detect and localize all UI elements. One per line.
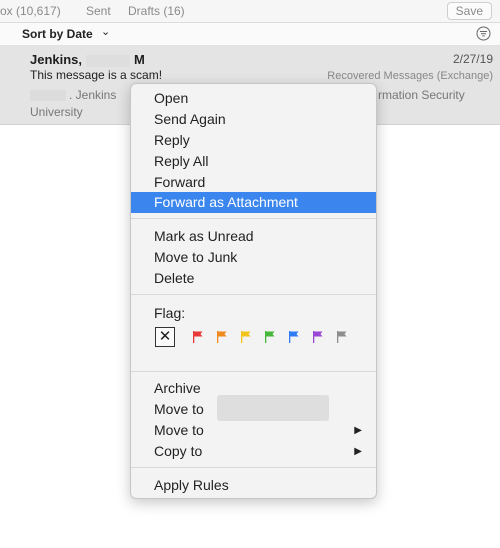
redacted-folder-name	[217, 395, 329, 421]
menu-item-label: Copy to	[154, 443, 203, 459]
context-menu: Open Send Again Reply Reply All Forward …	[130, 83, 377, 499]
menu-item-delete[interactable]: Delete	[131, 268, 376, 289]
flag-purple-icon[interactable]	[312, 331, 323, 343]
sort-bar: Sort by Date ⌄	[0, 23, 500, 46]
menu-item-mark-as-unread[interactable]: Mark as Unread	[131, 226, 376, 247]
clear-flag-button[interactable]: ✕	[155, 327, 175, 347]
message-preview-line2: University	[30, 105, 83, 119]
flag-gray-icon[interactable]	[336, 331, 347, 343]
flag-label: Flag:	[154, 305, 186, 321]
sender-name: Jenkins,	[30, 52, 83, 67]
menu-item-move-to-junk[interactable]: Move to Junk	[131, 247, 376, 268]
flag-yellow-icon[interactable]	[240, 331, 251, 343]
filter-icon[interactable]	[476, 26, 491, 41]
preview-text: . Jenkins	[69, 88, 117, 102]
menu-separator	[131, 294, 376, 295]
menu-item-label: Move to	[154, 422, 204, 438]
menu-item-move-to[interactable]: Move to ▶	[131, 420, 376, 441]
mailbox-tab-drafts[interactable]: Drafts (16)	[128, 4, 185, 18]
flag-orange-icon[interactable]	[216, 331, 227, 343]
flag-red-icon[interactable]	[192, 331, 203, 343]
flag-blue-icon[interactable]	[288, 331, 299, 343]
message-sender: Jenkins, M	[30, 52, 145, 67]
redacted-block	[30, 90, 66, 102]
flag-green-icon[interactable]	[264, 331, 275, 343]
sort-by-date-button[interactable]: Sort by Date	[22, 27, 93, 41]
submenu-arrow-icon: ▶	[354, 425, 362, 436]
message-preview-continued: rmation Security	[378, 88, 465, 102]
mailbox-tab-sent[interactable]: Sent	[86, 4, 111, 18]
menu-item-forward[interactable]: Forward	[131, 172, 376, 193]
message-folder: Recovered Messages (Exchange)	[327, 70, 493, 82]
menu-separator	[131, 371, 376, 372]
menu-item-open[interactable]: Open	[131, 88, 376, 109]
save-button[interactable]: Save	[446, 2, 492, 20]
menu-item-reply-all[interactable]: Reply All	[131, 151, 376, 172]
message-preview: . Jenkins	[30, 88, 116, 102]
menu-separator	[131, 467, 376, 468]
mailbox-tab-inbox[interactable]: ox (10,617)	[0, 4, 61, 18]
mailbox-toolbar: ox (10,617) Sent Drafts (16) Save	[0, 0, 500, 23]
menu-item-forward-as-attachment[interactable]: Forward as Attachment	[131, 192, 376, 213]
sender-initial: M	[134, 52, 145, 67]
menu-item-send-again[interactable]: Send Again	[131, 109, 376, 130]
submenu-arrow-icon: ▶	[354, 446, 362, 457]
message-subject: This message is a scam!	[30, 68, 163, 82]
menu-item-copy-to[interactable]: Copy to ▶	[131, 441, 376, 462]
menu-separator	[131, 218, 376, 219]
chevron-down-icon[interactable]: ⌄	[101, 25, 110, 38]
redacted-block	[86, 54, 131, 67]
message-date: 2/27/19	[452, 52, 493, 66]
menu-item-apply-rules[interactable]: Apply Rules	[131, 475, 376, 496]
menu-item-reply[interactable]: Reply	[131, 130, 376, 151]
